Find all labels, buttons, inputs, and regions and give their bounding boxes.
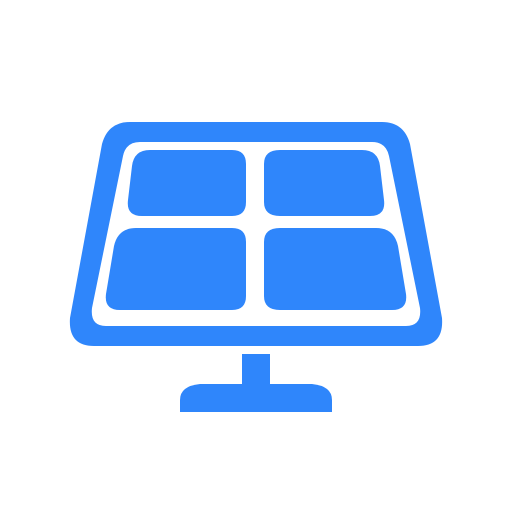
panel-cell-top-right	[264, 150, 385, 216]
panel-cell-top-left	[127, 150, 246, 216]
icon-canvas	[0, 0, 512, 512]
panel-stand-base	[180, 384, 332, 412]
panel-cell-bottom-right	[264, 228, 407, 310]
solar-panel-icon	[69, 122, 443, 412]
panel-cell-bottom-left	[105, 228, 247, 310]
